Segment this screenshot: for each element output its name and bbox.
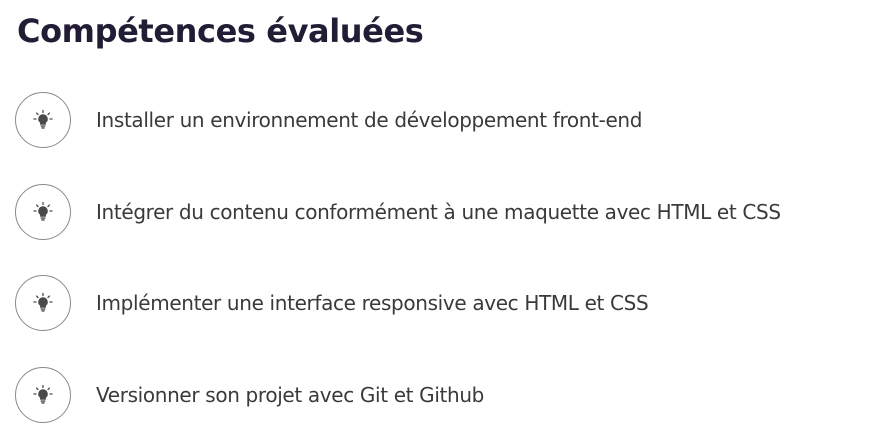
skill-item: Implémenter une interface responsive ave…	[15, 273, 781, 333]
skill-item: Installer un environnement de développem…	[15, 90, 781, 150]
lightbulb-icon	[15, 183, 71, 240]
section-title: Compétences évaluées	[17, 12, 424, 50]
skill-label: Implémenter une interface responsive ave…	[96, 291, 649, 315]
lightbulb-icon	[15, 366, 71, 423]
skill-label: Versionner son projet avec Git et Github	[96, 382, 485, 407]
skills-list: Installer un environnement de développem…	[15, 90, 781, 425]
skill-item: Intégrer du contenu conformément à une m…	[15, 182, 781, 242]
skill-label: Installer un environnement de développem…	[96, 108, 643, 132]
skill-label: Intégrer du contenu conformément à une m…	[96, 199, 781, 224]
lightbulb-icon	[15, 92, 71, 148]
lightbulb-icon	[15, 275, 71, 331]
skill-item: Versionner son projet avec Git et Github	[15, 365, 781, 425]
